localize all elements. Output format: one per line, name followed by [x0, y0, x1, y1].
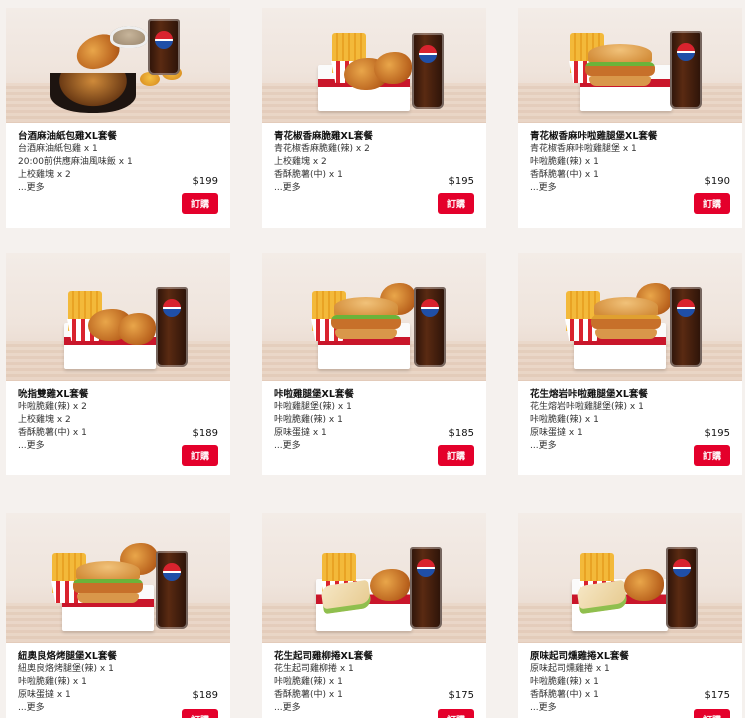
product-image[interactable] [518, 253, 742, 381]
product-title: 花生起司雞柳捲XL套餐 [274, 651, 373, 662]
product-item: 咔啦脆雞(辣) x 1 [530, 157, 599, 167]
product-card[interactable]: 吮指雙雞XL套餐 咔啦脆雞(辣) x 2 上校雞塊 x 2 香酥脆薯(中) x … [6, 253, 230, 475]
product-price: $199 [192, 176, 218, 187]
product-item: 上校雞塊 x 2 [18, 415, 71, 425]
product-price: $175 [448, 690, 474, 701]
product-card[interactable]: 花生熔岩咔啦雞腿堡XL套餐 花生熔岩咔啦雞腿堡(辣) x 1 咔啦脆雞(辣) x… [518, 253, 742, 475]
product-image[interactable] [262, 8, 486, 123]
order-button[interactable]: 訂購 [694, 445, 730, 466]
order-button[interactable]: 訂購 [438, 445, 474, 466]
product-card[interactable]: 咔啦雞腿堡XL套餐 咔啦雞腿堡(辣) x 1 咔啦脆雞(辣) x 1 原味蛋撻 … [262, 253, 486, 475]
product-price: $175 [704, 690, 730, 701]
product-item: 咔啦脆雞(辣) x 2 [18, 402, 87, 412]
product-title: 台酒麻油紙包雞XL套餐 [18, 131, 117, 142]
product-item: 香酥脆薯(中) x 1 [274, 170, 343, 180]
product-item: 原味蛋撻 x 1 [18, 690, 71, 700]
product-image[interactable] [6, 8, 230, 123]
product-title: 青花椒香麻脆雞XL套餐 [274, 131, 373, 142]
product-card[interactable]: 青花椒香麻咔啦雞腿堡XL套餐 青花椒香麻咔啦雞腿堡 x 1 咔啦脆雞(辣) x … [518, 8, 742, 228]
product-price: $189 [192, 690, 218, 701]
product-image[interactable] [262, 253, 486, 381]
product-image[interactable] [518, 513, 742, 643]
product-item: 香酥脆薯(中) x 1 [18, 428, 87, 438]
product-grid: 台酒麻油紙包雞XL套餐 台酒麻油紙包雞 x 1 20:00前供應麻油風味飯 x … [0, 0, 745, 718]
product-item: 咔啦脆雞(辣) x 1 [530, 415, 599, 425]
product-card[interactable]: 青花椒香麻脆雞XL套餐 青花椒香麻脆雞(辣) x 2 上校雞塊 x 2 香酥脆薯… [262, 8, 486, 228]
order-button[interactable]: 訂購 [182, 709, 218, 718]
order-button[interactable]: 訂購 [694, 709, 730, 718]
order-button[interactable]: 訂購 [438, 193, 474, 214]
product-image[interactable] [262, 513, 486, 643]
product-item: 20:00前供應麻油風味飯 x 1 [18, 157, 133, 167]
product-item: 青花椒香麻咔啦雞腿堡 x 1 [530, 144, 637, 154]
product-title: 花生熔岩咔啦雞腿堡XL套餐 [530, 389, 648, 400]
product-item: 咔啦脆雞(辣) x 1 [274, 415, 343, 425]
product-image[interactable] [6, 253, 230, 381]
product-item: 香酥脆薯(中) x 1 [530, 690, 599, 700]
product-price: $195 [448, 176, 474, 187]
product-price: $189 [192, 428, 218, 439]
product-title: 青花椒香麻咔啦雞腿堡XL套餐 [530, 131, 658, 142]
product-item: 上校雞塊 x 2 [274, 157, 327, 167]
product-item: 原味蛋撻 x 1 [274, 428, 327, 438]
product-item: 原味起司燻雞捲 x 1 [530, 664, 610, 674]
product-card[interactable]: 原味起司燻雞捲XL套餐 原味起司燻雞捲 x 1 咔啦脆雞(辣) x 1 香酥脆薯… [518, 513, 742, 718]
product-card[interactable]: 花生起司雞柳捲XL套餐 花生起司雞柳捲 x 1 咔啦脆雞(辣) x 1 香酥脆薯… [262, 513, 486, 718]
order-button[interactable]: 訂購 [182, 445, 218, 466]
product-item: 上校雞塊 x 2 [18, 170, 71, 180]
product-title: 紐奧良烙烤腿堡XL套餐 [18, 651, 117, 662]
product-item: 香酥脆薯(中) x 1 [530, 170, 599, 180]
product-title: 原味起司燻雞捲XL套餐 [530, 651, 629, 662]
order-button[interactable]: 訂購 [694, 193, 730, 214]
product-item: 香酥脆薯(中) x 1 [274, 690, 343, 700]
product-image[interactable] [518, 8, 742, 123]
product-image[interactable] [6, 513, 230, 643]
product-price: $190 [704, 176, 730, 187]
product-item: 紐奧良烙烤腿堡(辣) x 1 [18, 664, 114, 674]
product-title: 吮指雙雞XL套餐 [18, 389, 89, 400]
product-card[interactable]: 紐奧良烙烤腿堡XL套餐 紐奧良烙烤腿堡(辣) x 1 咔啦脆雞(辣) x 1 原… [6, 513, 230, 718]
product-item: 咔啦脆雞(辣) x 1 [18, 677, 87, 687]
product-item: 花生熔岩咔啦雞腿堡(辣) x 1 [530, 402, 644, 412]
product-item: 咔啦雞腿堡(辣) x 1 [274, 402, 352, 412]
product-item: 原味蛋撻 x 1 [530, 428, 583, 438]
product-item: 台酒麻油紙包雞 x 1 [18, 144, 98, 154]
product-item: 青花椒香麻脆雞(辣) x 2 [274, 144, 370, 154]
product-price: $195 [704, 428, 730, 439]
product-item: 花生起司雞柳捲 x 1 [274, 664, 354, 674]
product-item: 咔啦脆雞(辣) x 1 [530, 677, 599, 687]
product-price: $185 [448, 428, 474, 439]
product-title: 咔啦雞腿堡XL套餐 [274, 389, 354, 400]
order-button[interactable]: 訂購 [182, 193, 218, 214]
order-button[interactable]: 訂購 [438, 709, 474, 718]
product-card[interactable]: 台酒麻油紙包雞XL套餐 台酒麻油紙包雞 x 1 20:00前供應麻油風味飯 x … [6, 8, 230, 228]
product-item: 咔啦脆雞(辣) x 1 [274, 677, 343, 687]
